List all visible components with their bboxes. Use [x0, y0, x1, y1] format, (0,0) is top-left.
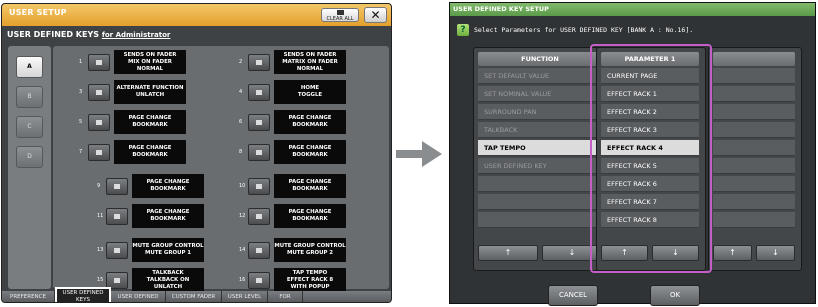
tab-user-defined-keys[interactable]: USER DEFINED KEYS: [55, 287, 111, 302]
function-row[interactable]: [478, 212, 602, 228]
user-key-4: 4 HOME TOGGLE: [53, 80, 389, 106]
key-assign-button[interactable]: [248, 84, 270, 101]
parameter-2-row: [713, 140, 795, 156]
function-header: FUNCTION: [478, 52, 602, 66]
function-row[interactable]: SURROUND PAN: [478, 104, 602, 120]
key-function-display: PAGE CHANGE BOOKMARK: [274, 110, 346, 134]
key-assign-button[interactable]: [248, 178, 270, 195]
key-number: 10: [239, 183, 246, 189]
key-number: 16: [239, 277, 246, 283]
key-assign-button[interactable]: [248, 114, 270, 131]
tab-user-level[interactable]: USER LEVEL: [222, 291, 268, 302]
key-assign-button[interactable]: [248, 272, 270, 289]
tab-user-defined-knobs[interactable]: USER DEFINED KNOBS: [111, 291, 166, 302]
user-key-10: 10 PAGE CHANGE BOOKMARK: [53, 174, 389, 200]
key-function-display: MUTE GROUP CONTROL MUTE GROUP 2: [274, 238, 346, 262]
clear-all-button[interactable]: CLEAR ALL: [321, 8, 359, 22]
key-assign-button[interactable]: [248, 144, 270, 161]
function-row[interactable]: TALKBACK: [478, 122, 602, 138]
bank-a-button[interactable]: A: [16, 56, 43, 78]
function-row[interactable]: [478, 194, 602, 210]
key-grid: 1 SENDS ON FADER MIX ON FADER NORMAL 2 SEND…: [53, 46, 389, 292]
parameter-2-header: [713, 52, 795, 66]
parameter-2-row: [713, 122, 795, 138]
parameter-2-row: [713, 194, 795, 210]
key-assign-button[interactable]: [248, 54, 270, 71]
parameter-2-row: [713, 104, 795, 120]
function-row[interactable]: SET DEFAULT VALUE: [478, 68, 602, 84]
key-function-display: HOME TOGGLE: [274, 80, 346, 104]
key-function-display: TAP TEMPO EFFECT RACK 8 WITH POPUP: [274, 268, 346, 292]
window-title: USER SETUP: [9, 8, 67, 17]
bank-c-button[interactable]: C: [16, 116, 43, 138]
user-setup-window: USER SETUP CLEAR ALL ✕ USER DEFINED KEYS…: [1, 3, 392, 303]
tab-bar: PREFERENCE USER DEFINED KEYS USER DEFINED …: [2, 287, 391, 302]
subheading-text: USER DEFINED KEYS: [7, 30, 100, 39]
user-key-14: 14 MUTE GROUP CONTROL MUTE GROUP 2: [53, 238, 389, 264]
clear-all-label: CLEAR ALL: [326, 16, 354, 22]
dialog-title-bar: USER DEFINED KEY SETUP: [450, 3, 815, 16]
key-number: 8: [239, 149, 243, 155]
help-icon: ?: [457, 24, 469, 36]
close-button[interactable]: ✕: [364, 7, 387, 23]
function-list: FUNCTION SET DEFAULT VALUE SET NOMINAL VA…: [473, 47, 609, 271]
parameter-2-row: [713, 176, 795, 192]
tab-filler: [303, 291, 391, 302]
parameter-2-row: [713, 158, 795, 174]
user-key-2: 2 SENDS ON FADER MATRIX ON FADER NORMAL: [53, 50, 389, 76]
parameter-2-list: ↑ ↓: [708, 47, 802, 271]
arrow-up-icon: ↑: [729, 248, 736, 257]
bank-d-button[interactable]: D: [16, 146, 43, 168]
key-number: 14: [239, 247, 246, 253]
arrow-up-icon: ↑: [504, 248, 512, 257]
bank-b-button[interactable]: B: [16, 86, 43, 108]
key-assign-button[interactable]: [248, 208, 270, 225]
tab-preference[interactable]: PREFERENCE: [2, 291, 55, 302]
arrow-down-icon: ↓: [568, 248, 576, 257]
parameter-2-row: [713, 68, 795, 84]
key-number: 2: [239, 59, 243, 65]
key-function-display: PAGE CHANGE BOOKMARK: [274, 140, 346, 164]
key-number: 12: [239, 213, 246, 219]
function-row[interactable]: USER DEFINED KEY: [478, 158, 602, 174]
clear-icon: [337, 10, 344, 15]
prompt-text: Select Parameters for USER DEFINED KEY […: [474, 26, 694, 34]
user-key-12: 12 PAGE CHANGE BOOKMARK: [53, 204, 389, 230]
subheading: USER DEFINED KEYS for Administrator: [7, 30, 170, 39]
tab-for-guest[interactable]: FOR GUEST: [268, 291, 303, 302]
user-defined-key-setup-dialog: USER DEFINED KEY SETUP ? Select Paramete…: [449, 2, 816, 306]
key-number: 6: [239, 119, 243, 125]
parameter-2-row: [713, 212, 795, 228]
parameter-2-row: [713, 86, 795, 102]
key-function-display: PAGE CHANGE BOOKMARK: [274, 204, 346, 228]
function-row[interactable]: SET NOMINAL VALUE: [478, 86, 602, 102]
user-key-8: 8 PAGE CHANGE BOOKMARK: [53, 140, 389, 166]
admin-link[interactable]: for Administrator: [102, 31, 171, 39]
highlight-frame: [590, 44, 712, 273]
close-icon: ✕: [370, 8, 381, 22]
scroll-up-button[interactable]: ↑: [478, 245, 538, 261]
ok-button[interactable]: OK: [650, 285, 700, 306]
title-bar: USER SETUP CLEAR ALL ✕: [2, 4, 391, 26]
key-number: 4: [239, 89, 243, 95]
arrow-right-icon: [396, 141, 442, 167]
key-assign-button[interactable]: [248, 242, 270, 259]
key-function-display: SENDS ON FADER MATRIX ON FADER NORMAL: [274, 50, 346, 74]
scroll-up-button[interactable]: ↑: [713, 245, 752, 261]
bank-selector: ABCD: [8, 46, 51, 289]
dialog-title: USER DEFINED KEY SETUP: [453, 5, 549, 13]
arrow-down-icon: ↓: [772, 248, 779, 257]
scroll-down-button[interactable]: ↓: [756, 245, 795, 261]
function-row[interactable]: TAP TEMPO: [478, 140, 602, 156]
tab-custom-fader[interactable]: CUSTOM FADER: [166, 291, 222, 302]
key-function-display: PAGE CHANGE BOOKMARK: [274, 174, 346, 198]
cancel-button[interactable]: CANCEL: [548, 285, 598, 306]
user-key-6: 6 PAGE CHANGE BOOKMARK: [53, 110, 389, 136]
function-row[interactable]: [478, 176, 602, 192]
